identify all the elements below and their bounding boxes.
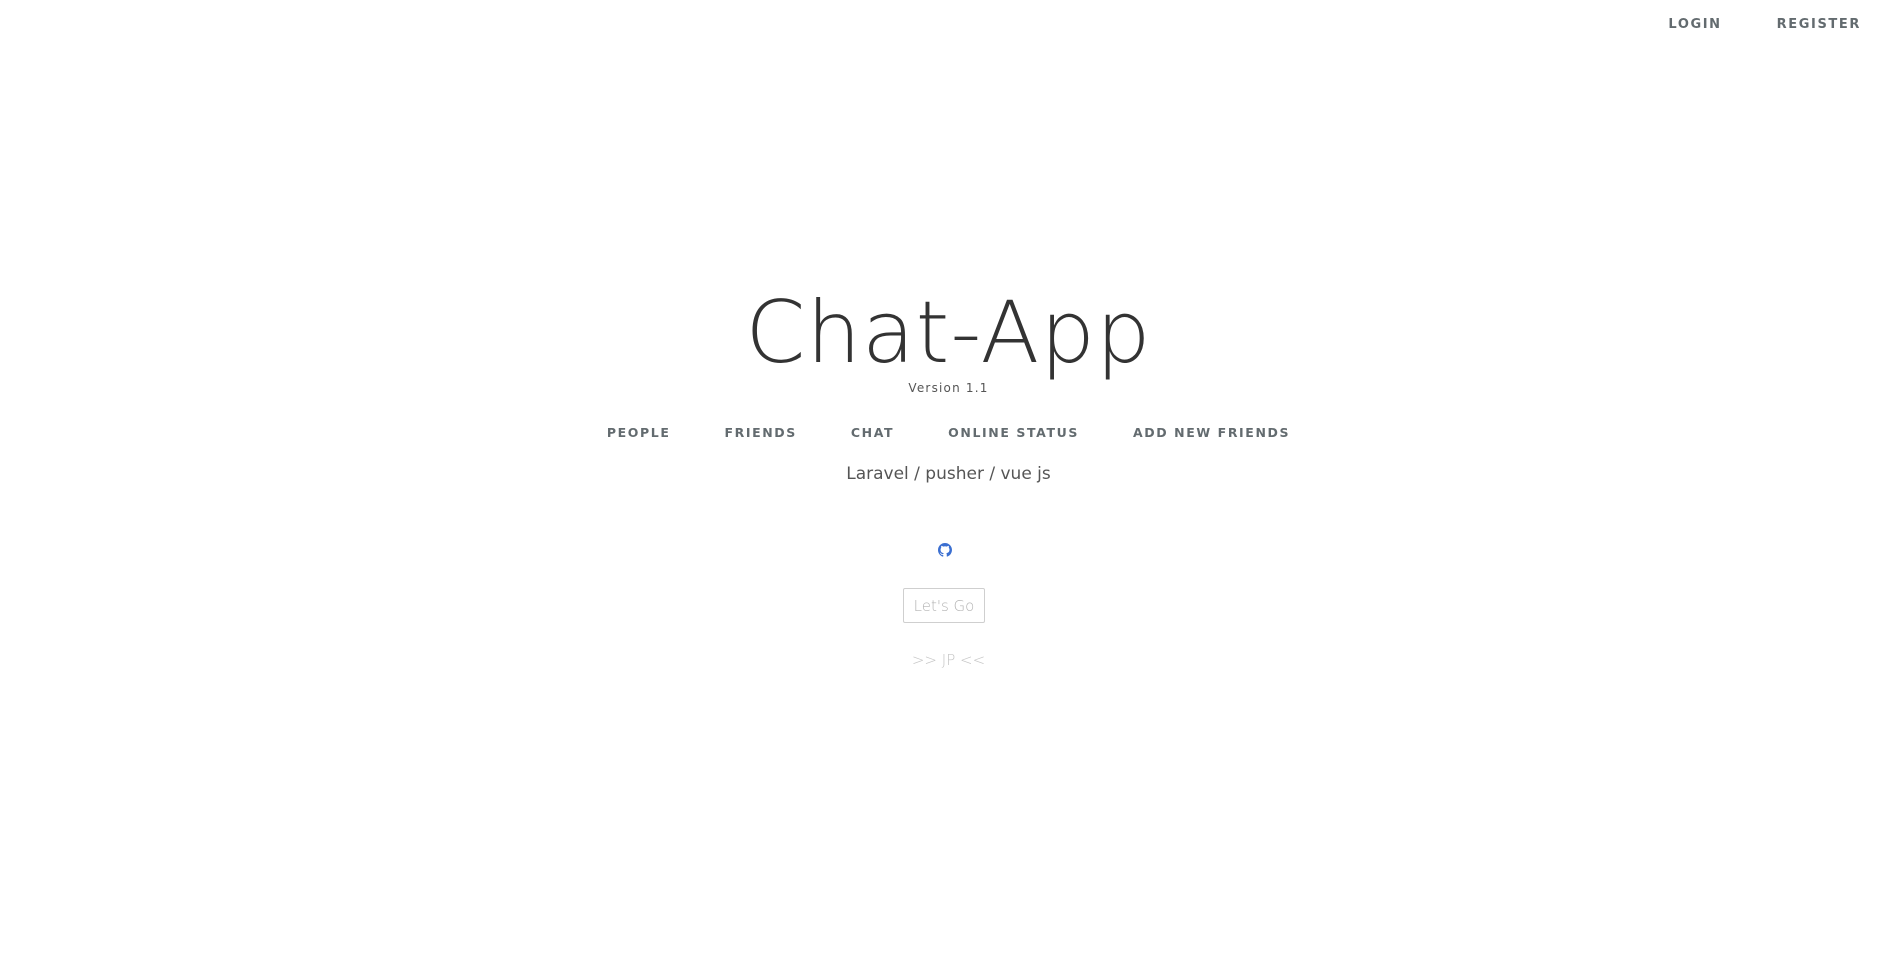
nav-item-add-new-friends[interactable]: ADD NEW FRIENDS [1133, 425, 1290, 440]
app-title: Chat-App [745, 283, 1152, 383]
nav-item-friends[interactable]: FRIENDS [724, 425, 796, 440]
main-nav: PEOPLE FRIENDS CHAT ONLINE STATUS ADD NE… [0, 425, 1897, 440]
auth-links: LOGIN REGISTER [1668, 17, 1861, 32]
page: LOGIN REGISTER Chat-App Version 1.1 PEOP… [0, 0, 1897, 963]
github-icon[interactable] [938, 543, 952, 557]
app-version: Version 1.1 [908, 381, 989, 395]
nav-item-people[interactable]: PEOPLE [607, 425, 671, 440]
tech-stack-text: Laravel / pusher / vue js [846, 464, 1051, 484]
register-link[interactable]: REGISTER [1777, 17, 1861, 32]
nav-item-chat[interactable]: CHAT [851, 425, 894, 440]
signature-text: >> JP << [911, 651, 986, 669]
lets-go-button[interactable]: Let's Go [903, 588, 985, 623]
nav-item-online-status[interactable]: ONLINE STATUS [948, 425, 1079, 440]
login-link[interactable]: LOGIN [1668, 17, 1721, 32]
